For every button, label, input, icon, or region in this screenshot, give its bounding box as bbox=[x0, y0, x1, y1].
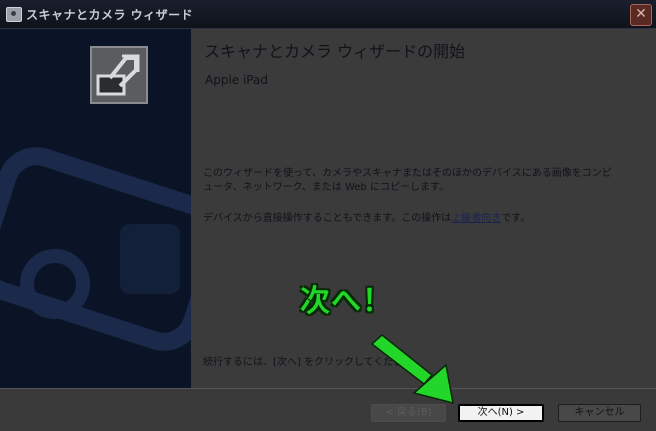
wizard-side-panel bbox=[0, 29, 191, 388]
advanced-note-suffix: です。 bbox=[501, 213, 531, 224]
wizard-logo-icon bbox=[90, 46, 148, 104]
scanner-camera-wizard-window: スキャナとカメラ ウィザード ✕ スキャナとカメラ ウィザードの開始 Apple… bbox=[0, 0, 656, 431]
wizard-description: このウィザードを使って、カメラやスキャナまたはそのほかのデバイスにある画像をコン… bbox=[203, 168, 612, 193]
button-bar: < 戻る(B) 次へ(N) > キャンセル bbox=[0, 388, 656, 431]
wizard-heading: スキャナとカメラ ウィザードの開始 bbox=[204, 42, 466, 61]
annotation-callout: 次へ！ bbox=[300, 284, 393, 319]
wizard-content: スキャナとカメラ ウィザードの開始 Apple iPad このウィザードを使って… bbox=[191, 29, 656, 388]
close-button[interactable]: ✕ bbox=[630, 4, 652, 26]
continue-instruction: 続行するには、[次へ] をクリックしてください。 bbox=[203, 357, 424, 368]
title-bar[interactable]: スキャナとカメラ ウィザード ✕ bbox=[0, 0, 656, 29]
advanced-link[interactable]: 上級者向き bbox=[451, 213, 501, 224]
cancel-button[interactable]: キャンセル bbox=[558, 404, 641, 422]
advanced-note-prefix: デバイスから直接操作することもできます。この操作は bbox=[203, 213, 452, 224]
scanner-camera-icon bbox=[6, 7, 22, 22]
advanced-note: デバイスから直接操作することもできます。この操作は上級者向きです。 bbox=[203, 209, 530, 224]
next-button[interactable]: 次へ(N) > bbox=[458, 404, 544, 422]
window-title: スキャナとカメラ ウィザード bbox=[26, 8, 194, 22]
device-name: Apple iPad bbox=[205, 73, 268, 87]
back-button[interactable]: < 戻る(B) bbox=[371, 404, 446, 422]
close-icon: ✕ bbox=[635, 6, 647, 22]
